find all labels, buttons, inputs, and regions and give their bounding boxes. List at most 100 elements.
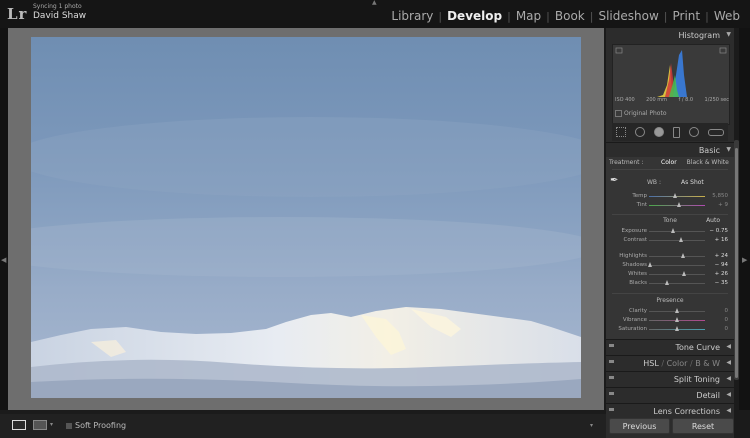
image-canvas[interactable] (8, 28, 604, 410)
shadows-thumb[interactable] (648, 262, 653, 267)
right-panel-edge[interactable]: ▶ (739, 28, 750, 410)
auto-button[interactable]: Auto (706, 217, 720, 224)
identity-plate[interactable]: Syncing 1 photo David Shaw (33, 3, 86, 21)
vibrance-thumb[interactable] (674, 317, 679, 322)
temp-slider[interactable]: Temp 5,850 (606, 193, 734, 201)
spot-removal-icon[interactable] (635, 127, 646, 137)
treatment-bw-option[interactable]: Black & White (687, 159, 729, 166)
vibrance-value[interactable]: 0 (708, 317, 729, 323)
exposure-track[interactable] (649, 231, 705, 232)
blacks-thumb[interactable] (664, 280, 669, 285)
contrast-slider[interactable]: Contrast + 16 (606, 237, 734, 245)
triangle-down-icon[interactable]: ▼ (726, 146, 731, 153)
whites-track[interactable] (649, 274, 705, 275)
contrast-value[interactable]: + 16 (708, 237, 728, 243)
original-photo-toggle[interactable]: Original Photo (615, 110, 667, 117)
graduated-filter-icon[interactable] (672, 126, 680, 138)
contrast-thumb[interactable] (678, 237, 683, 242)
exposure-thumb[interactable] (671, 228, 676, 233)
module-book[interactable]: Book (550, 9, 590, 23)
tint-thumb[interactable] (677, 202, 682, 207)
crop-overlay-icon[interactable] (616, 127, 627, 137)
before-after-icon[interactable] (33, 420, 47, 430)
tint-value[interactable]: + 9 (708, 202, 728, 208)
panel-scrollbar-thumb[interactable] (735, 148, 738, 378)
temp-thumb[interactable] (672, 193, 677, 198)
eyedropper-icon[interactable]: ✒ (610, 175, 618, 186)
tint-slider[interactable]: Tint + 9 (606, 202, 734, 210)
whites-slider[interactable]: Whites + 26 (606, 271, 734, 279)
panel-switch-icon[interactable] (609, 360, 614, 363)
treatment-color-option[interactable]: Color (661, 159, 677, 166)
saturation-slider[interactable]: Saturation 0 (606, 326, 734, 334)
collapse-right-icon[interactable]: ▶ (742, 256, 747, 264)
panel-switch-icon[interactable] (609, 344, 614, 347)
lightroom-logo[interactable]: Lr (7, 5, 27, 23)
histogram-header[interactable]: Histogram ▼ (606, 28, 734, 43)
lens-corrections-header[interactable]: Lens Corrections ◀ (606, 403, 734, 418)
panel-switch-icon[interactable] (609, 408, 614, 411)
split-toning-header[interactable]: Split Toning ◀ (606, 371, 734, 386)
module-print[interactable]: Print (668, 9, 706, 23)
clarity-thumb[interactable] (674, 308, 679, 313)
shadows-track[interactable] (649, 265, 705, 266)
whites-value[interactable]: + 26 (708, 271, 728, 277)
triangle-left-icon[interactable]: ◀ (726, 407, 731, 414)
triangle-left-icon[interactable]: ◀ (726, 375, 731, 382)
temp-value[interactable]: 5,850 (708, 193, 728, 199)
exposure-slider[interactable]: Exposure − 0.75 (606, 228, 734, 236)
saturation-thumb[interactable] (674, 326, 679, 331)
expand-left-icon[interactable]: ◀ (1, 256, 6, 264)
left-panel-edge[interactable]: ◀ (0, 28, 8, 410)
original-photo-checkbox[interactable] (615, 110, 622, 117)
detail-header[interactable]: Detail ◀ (606, 387, 734, 402)
panel-switch-icon[interactable] (609, 392, 614, 395)
soft-proofing-toggle[interactable]: Soft Proofing (66, 421, 126, 430)
module-slideshow[interactable]: Slideshow (593, 9, 663, 23)
module-develop[interactable]: Develop (442, 9, 507, 23)
blacks-track[interactable] (649, 283, 705, 284)
chevron-down-icon[interactable]: ▾ (50, 421, 53, 428)
loupe-view-icon[interactable] (12, 420, 26, 430)
panel-switch-icon[interactable] (609, 376, 614, 379)
module-web[interactable]: Web (709, 9, 745, 23)
module-map[interactable]: Map (511, 9, 546, 23)
highlights-value[interactable]: + 24 (708, 253, 728, 259)
blacks-slider[interactable]: Blacks − 35 (606, 280, 734, 288)
tab-hsl[interactable]: HSL (643, 359, 659, 368)
photo-preview[interactable] (31, 37, 581, 398)
tone-curve-header[interactable]: Tone Curve ◀ (606, 339, 734, 354)
highlights-track[interactable] (649, 256, 705, 257)
exposure-value[interactable]: − 0.75 (708, 228, 728, 234)
tab-color[interactable]: Color (667, 359, 688, 368)
vibrance-slider[interactable]: Vibrance 0 (606, 317, 734, 325)
radial-filter-icon[interactable] (688, 127, 699, 137)
basic-header[interactable]: Basic ▼ (606, 142, 734, 157)
saturation-value[interactable]: 0 (708, 326, 729, 332)
triangle-left-icon[interactable]: ◀ (726, 343, 731, 350)
hsl-header[interactable]: HSL / Color / B & W ◀ (606, 355, 734, 370)
module-library[interactable]: Library (386, 9, 438, 23)
triangle-left-icon[interactable]: ◀ (726, 359, 731, 366)
triangle-down-icon[interactable]: ▼ (726, 31, 731, 38)
wb-dropdown[interactable]: As Shot (681, 179, 704, 186)
blacks-value[interactable]: − 35 (708, 280, 728, 286)
histogram[interactable]: ISO 400 200 mm f / 8.0 1/250 sec Origina… (612, 44, 730, 125)
clarity-slider[interactable]: Clarity 0 (606, 308, 734, 316)
highlights-slider[interactable]: Highlights + 24 (606, 253, 734, 261)
soft-proofing-checkbox[interactable] (66, 422, 72, 429)
contrast-track[interactable] (649, 240, 705, 241)
shadows-slider[interactable]: Shadows − 94 (606, 262, 734, 270)
collapse-top-icon[interactable]: ▲ (372, 0, 377, 6)
tab-bw[interactable]: B & W (695, 359, 720, 368)
red-eye-icon[interactable] (654, 127, 665, 137)
clarity-value[interactable]: 0 (708, 308, 729, 314)
whites-thumb[interactable] (681, 271, 686, 276)
shadows-value[interactable]: − 94 (708, 262, 728, 268)
adjustment-brush-icon[interactable] (707, 128, 724, 136)
highlights-thumb[interactable] (681, 253, 686, 258)
temp-track[interactable] (649, 196, 705, 197)
previous-button[interactable]: Previous (609, 418, 670, 434)
reset-button[interactable]: Reset (672, 418, 734, 434)
toolbar-menu-icon[interactable]: ▾ (590, 422, 593, 429)
